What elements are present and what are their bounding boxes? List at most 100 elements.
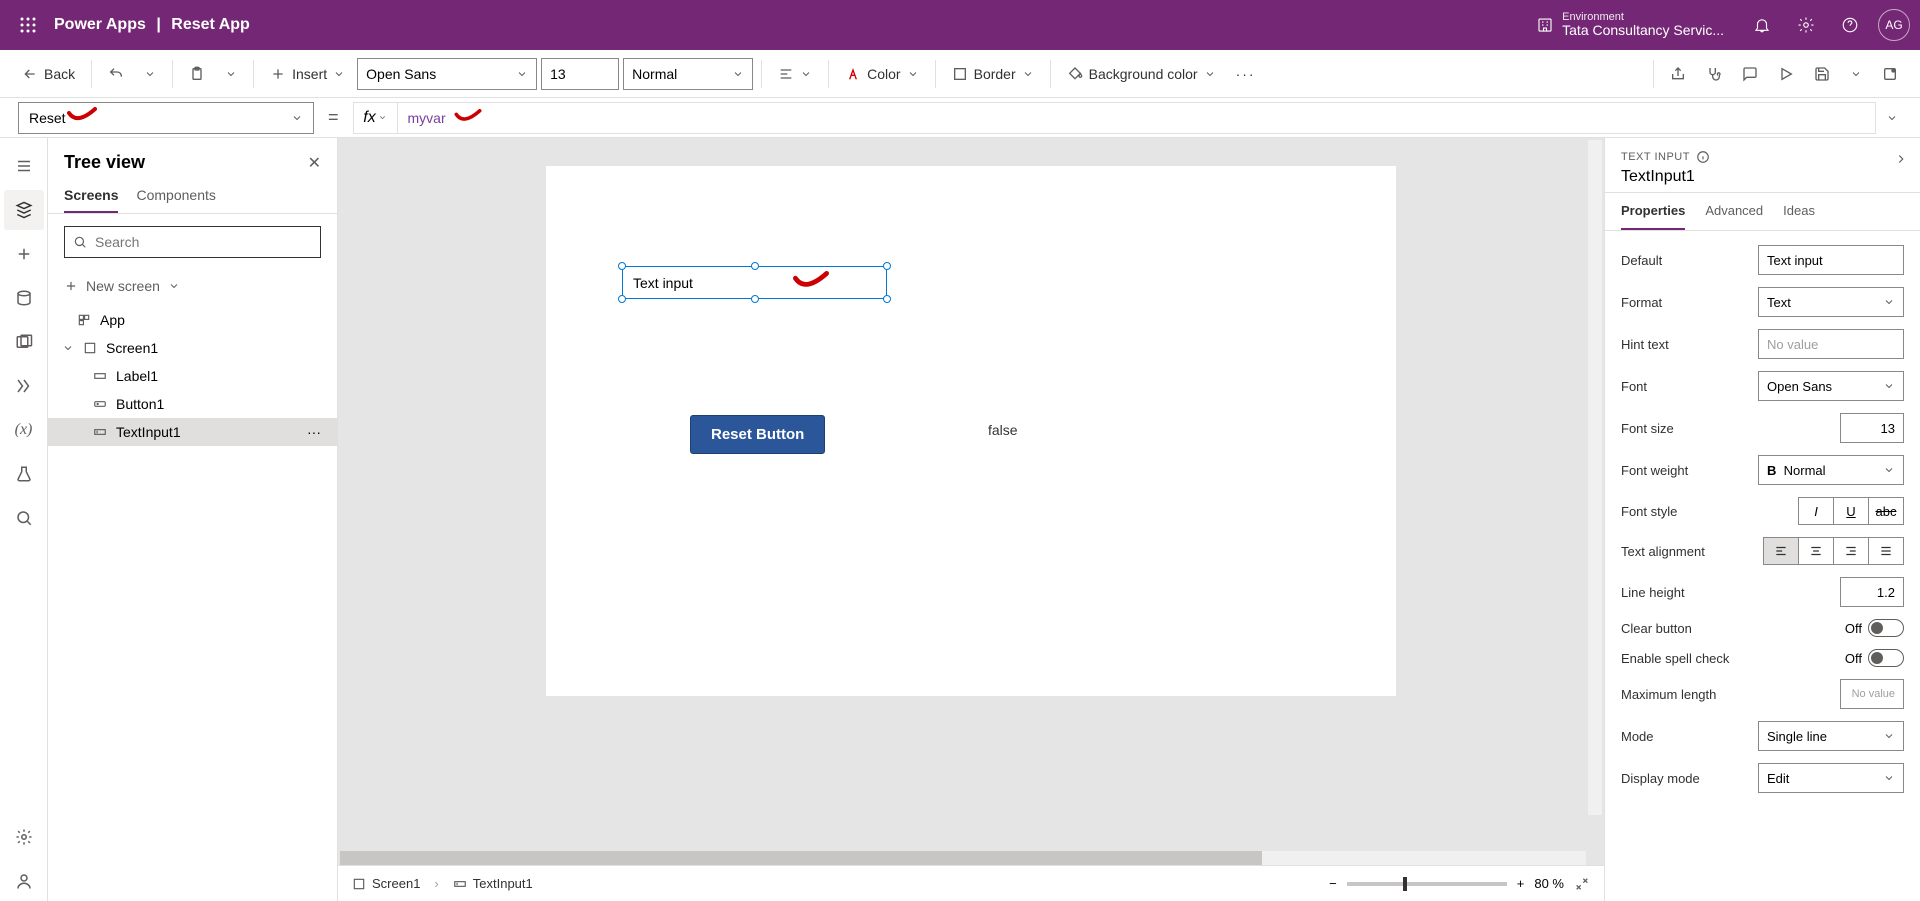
rail-tree-view[interactable]	[4, 190, 44, 230]
close-icon[interactable]: ✕	[308, 153, 321, 173]
rail-settings[interactable]	[4, 817, 44, 857]
font-family-select[interactable]: Open Sans	[357, 58, 537, 90]
preview-button[interactable]	[1770, 60, 1802, 88]
tab-components[interactable]: Components	[136, 179, 215, 213]
zoom-out[interactable]: −	[1329, 876, 1337, 891]
app-launcher-icon[interactable]	[10, 7, 46, 43]
align-button[interactable]	[770, 60, 820, 88]
prop-format-select[interactable]: Text	[1758, 287, 1904, 317]
selection-handle[interactable]	[883, 262, 891, 270]
fontstyle-underline[interactable]: U	[1833, 497, 1869, 525]
canvas-textinput[interactable]: Text input	[622, 266, 887, 299]
rail-hamburger[interactable]	[4, 146, 44, 186]
info-icon[interactable]	[1696, 150, 1710, 164]
zoom-slider[interactable]	[1347, 882, 1507, 886]
tree-item-label1[interactable]: Label1	[48, 362, 337, 390]
canvas-reset-button[interactable]: Reset Button	[690, 415, 825, 454]
comments-button[interactable]	[1734, 60, 1766, 88]
align-right[interactable]	[1833, 537, 1869, 565]
rail-insert[interactable]	[4, 234, 44, 274]
prop-maxlen-input[interactable]: No value	[1840, 679, 1904, 709]
environment-picker[interactable]: Environment Tata Consultancy Servic...	[1536, 11, 1724, 38]
prop-fontsize-input[interactable]: 13	[1840, 413, 1904, 443]
tree-item-button1[interactable]: Button1	[48, 390, 337, 418]
label-icon	[92, 368, 108, 384]
align-center[interactable]	[1798, 537, 1834, 565]
fit-screen-icon[interactable]	[1574, 876, 1590, 892]
props-control-name[interactable]: TextInput1	[1621, 168, 1904, 186]
fontstyle-italic[interactable]: I	[1798, 497, 1834, 525]
selection-handle[interactable]	[618, 295, 626, 303]
paste-button[interactable]	[181, 60, 213, 88]
props-expand-icon[interactable]	[1894, 152, 1908, 166]
breadcrumb-screen[interactable]: Screen1	[352, 876, 420, 891]
zoom-in[interactable]: +	[1517, 876, 1525, 891]
tree-item-app[interactable]: App	[48, 306, 337, 334]
prop-default-input[interactable]: Text input	[1758, 245, 1904, 275]
bgcolor-button[interactable]: Background color	[1059, 60, 1224, 88]
save-split[interactable]	[1842, 62, 1870, 86]
settings-icon[interactable]	[1790, 9, 1822, 41]
more-button[interactable]: ···	[1228, 60, 1264, 88]
rail-data[interactable]	[4, 278, 44, 318]
back-button[interactable]: Back	[14, 60, 83, 88]
canvas-scrollbar-v[interactable]	[1588, 140, 1602, 815]
prop-clearbtn-toggle[interactable]	[1868, 619, 1904, 637]
rail-search[interactable]	[4, 498, 44, 538]
help-icon[interactable]	[1834, 9, 1866, 41]
paste-split[interactable]	[217, 62, 245, 86]
selection-handle[interactable]	[883, 295, 891, 303]
props-tab-ideas[interactable]: Ideas	[1783, 193, 1815, 230]
user-avatar[interactable]: AG	[1878, 9, 1910, 41]
prop-lineheight-input[interactable]: 1.2	[1840, 577, 1904, 607]
rail-flows[interactable]	[4, 366, 44, 406]
prop-font-select[interactable]: Open Sans	[1758, 371, 1904, 401]
prop-displaymode-select[interactable]: Edit	[1758, 763, 1904, 793]
prop-spell-toggle[interactable]	[1868, 649, 1904, 667]
breadcrumb-control[interactable]: TextInput1	[453, 876, 533, 891]
notifications-icon[interactable]	[1746, 9, 1778, 41]
tree-search-input[interactable]	[95, 234, 312, 250]
props-tab-properties[interactable]: Properties	[1621, 193, 1685, 230]
selection-handle[interactable]	[751, 295, 759, 303]
new-screen-button[interactable]: New screen	[64, 274, 321, 298]
insert-button[interactable]: Insert	[262, 60, 353, 88]
canvas-label[interactable]: false	[988, 422, 1018, 438]
save-button[interactable]	[1806, 60, 1838, 88]
undo-split[interactable]	[136, 62, 164, 86]
rail-virtual-agent[interactable]	[4, 861, 44, 901]
tree-search[interactable]	[64, 226, 321, 258]
prop-maxlen-label: Maximum length	[1621, 687, 1716, 702]
selection-handle[interactable]	[618, 262, 626, 270]
prop-hint-input[interactable]: No value	[1758, 329, 1904, 359]
font-size-input[interactable]: 13	[541, 58, 619, 90]
rail-variables[interactable]: (x)	[4, 410, 44, 450]
fx-button[interactable]: fx	[353, 102, 397, 134]
checker-button[interactable]	[1698, 60, 1730, 88]
arrow-left-icon	[22, 66, 38, 82]
rail-media[interactable]	[4, 322, 44, 362]
share-button[interactable]	[1662, 60, 1694, 88]
align-left[interactable]	[1763, 537, 1799, 565]
undo-button[interactable]	[100, 60, 132, 88]
tree-item-screen1[interactable]: Screen1	[48, 334, 337, 362]
formula-expand-button[interactable]	[1876, 102, 1908, 134]
publish-button[interactable]	[1874, 60, 1906, 88]
tree-item-textinput1[interactable]: TextInput1 ···	[48, 418, 337, 446]
prop-mode-select[interactable]: Single line	[1758, 721, 1904, 751]
property-selector[interactable]: Reset	[18, 102, 314, 134]
prop-fontweight-select[interactable]: B Normal	[1758, 455, 1904, 485]
font-weight-select[interactable]: Normal	[623, 58, 753, 90]
fontstyle-strike[interactable]: abc	[1868, 497, 1904, 525]
align-justify[interactable]	[1868, 537, 1904, 565]
tree-item-more[interactable]: ···	[307, 424, 321, 440]
canvas-screen[interactable]: Text input Reset Button false	[546, 166, 1396, 696]
color-button[interactable]: Color	[837, 60, 926, 88]
formula-input[interactable]: myvar	[397, 102, 1876, 134]
border-button[interactable]: Border	[944, 60, 1042, 88]
canvas-scrollbar-h[interactable]	[340, 851, 1586, 865]
rail-tests[interactable]	[4, 454, 44, 494]
props-tab-advanced[interactable]: Advanced	[1705, 193, 1763, 230]
tab-screens[interactable]: Screens	[64, 179, 118, 213]
selection-handle[interactable]	[751, 262, 759, 270]
